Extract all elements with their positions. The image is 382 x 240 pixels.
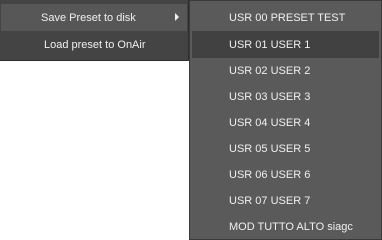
submenu-item-label: USR 06 USER 6 [229, 168, 311, 181]
submenu-item-usr-02[interactable]: USR 02 USER 2 [190, 57, 381, 84]
preset-submenu: USR 00 PRESET TEST USR 01 USER 1 USR 02 … [189, 0, 382, 240]
save-preset-to-disk-menu-item[interactable]: Save Preset to disk [1, 4, 187, 31]
chevron-right-icon [175, 13, 179, 21]
submenu-item-label: MOD TUTTO ALTO siagc [229, 220, 353, 233]
submenu-item-label: USR 00 PRESET TEST [229, 11, 346, 24]
submenu-item-usr-06[interactable]: USR 06 USER 6 [190, 161, 381, 188]
submenu-item-label: USR 07 USER 7 [229, 194, 311, 207]
submenu-item-usr-03[interactable]: USR 03 USER 3 [190, 83, 381, 110]
submenu-item-label: USR 05 USER 5 [229, 142, 311, 155]
submenu-item-usr-07[interactable]: USR 07 USER 7 [190, 187, 381, 214]
submenu-item-usr-01[interactable]: USR 01 USER 1 [192, 31, 379, 58]
submenu-item-label: USR 01 USER 1 [229, 38, 311, 51]
submenu-item-usr-00[interactable]: USR 00 PRESET TEST [190, 4, 381, 31]
context-menu: Save Preset to disk Load preset to OnAir [0, 0, 189, 61]
submenu-item-label: USR 04 USER 4 [229, 116, 311, 129]
load-preset-to-onair-menu-item[interactable]: Load preset to OnAir [1, 31, 187, 58]
submenu-item-usr-04[interactable]: USR 04 USER 4 [190, 109, 381, 136]
load-preset-to-onair-label: Load preset to OnAir [44, 38, 146, 51]
submenu-item-label: USR 02 USER 2 [229, 64, 311, 77]
save-preset-to-disk-label: Save Preset to disk [41, 11, 136, 24]
submenu-item-mod-tutto-alto[interactable]: MOD TUTTO ALTO siagc [190, 213, 381, 240]
submenu-item-usr-05[interactable]: USR 05 USER 5 [190, 135, 381, 162]
submenu-item-label: USR 03 USER 3 [229, 90, 311, 103]
